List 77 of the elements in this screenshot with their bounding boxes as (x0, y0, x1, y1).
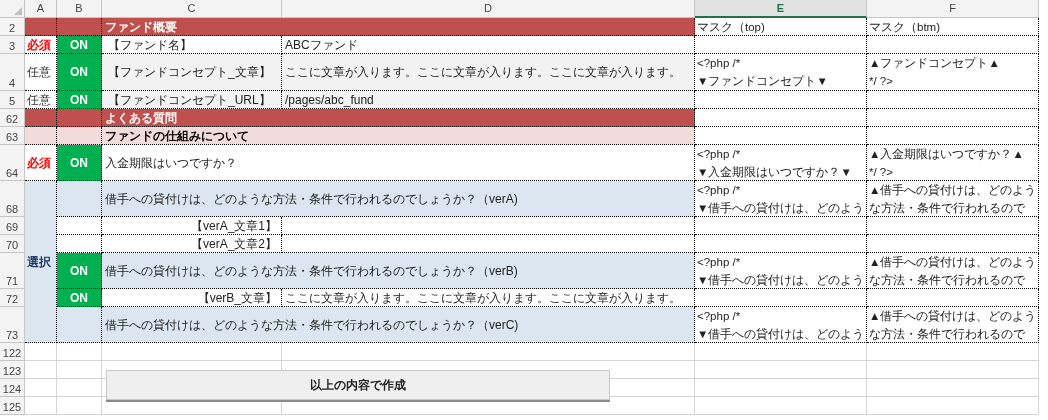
mask-cell: ▲ファンドコンセプト▲ */ ?> (867, 54, 1039, 91)
column-header[interactable]: B (57, 0, 102, 18)
column-header[interactable]: D (282, 0, 695, 18)
row-number[interactable]: 71 (0, 253, 25, 289)
label-cell: 【ファンド名】 (102, 36, 282, 54)
table-cell (57, 361, 102, 379)
requirement-label: 任意 (25, 54, 57, 91)
label-cell: 【ファンドコンセプト_URL】 (102, 91, 282, 109)
mask-cell: ▲借手への貸付けは、どのよう な方法・条件で行われるので (867, 307, 1039, 343)
table-cell (57, 127, 102, 145)
table-cell (25, 343, 57, 361)
table-cell (57, 307, 102, 343)
label-cell: 【verA_文章2】 (102, 235, 282, 253)
mask-cell: <?php /* ▼借手への貸付けは、どのよう (695, 253, 867, 289)
label-cell: 【verA_文章1】 (102, 217, 282, 235)
question-text: 借手への貸付けは、どのような方法・条件で行われるのでしょうか？（verA) (102, 181, 695, 217)
table-cell (25, 379, 57, 397)
table-cell (57, 343, 102, 361)
row-number[interactable]: 2 (0, 18, 25, 36)
row-number[interactable]: 72 (0, 289, 25, 307)
value-cell: ABCファンド (282, 36, 695, 54)
requirement-label: 任意 (25, 91, 57, 109)
table-cell (25, 361, 57, 379)
mask-cell: <?php /* ▼借手への貸付けは、どのよう (695, 181, 867, 217)
value-cell: ここに文章が入ります。ここに文章が入ります。ここに文章が入ります。 (282, 54, 695, 91)
table-cell (25, 109, 57, 127)
label-cell: 【ファンドコンセプト_文章】 (102, 54, 282, 91)
label-cell: 【verB_文章】 (102, 289, 282, 307)
question-text: 入金期限はいつですか？ (102, 145, 695, 181)
mask-cell: マスク（btm) (867, 18, 1039, 36)
row-number[interactable]: 69 (0, 217, 25, 235)
table-cell (25, 18, 57, 36)
mask-cell: <?php /* ▼ファンドコンセプト▼ (695, 54, 867, 91)
table-cell (25, 127, 57, 145)
row-number[interactable]: 125 (0, 397, 25, 415)
column-header[interactable]: A (25, 0, 57, 18)
column-header[interactable]: E (695, 0, 867, 18)
table-cell (25, 397, 57, 415)
column-header[interactable]: F (867, 0, 1039, 18)
row-number[interactable]: 4 (0, 54, 25, 91)
section-header: よくある質問 (102, 109, 695, 127)
row-number[interactable]: 62 (0, 109, 25, 127)
subsection-header: ファンドの仕組みについて (102, 127, 695, 145)
create-button[interactable]: 以上の内容で作成 (106, 370, 610, 400)
table-cell (57, 181, 102, 217)
mask-cell: <?php /* ▼入金期限はいつですか？▼ (695, 145, 867, 181)
mask-cell: ▲借手への貸付けは、どのよう な方法・条件で行われるので (867, 253, 1039, 289)
question-text: 借手への貸付けは、どのような方法・条件で行われるのでしょうか？（verB) (102, 253, 695, 289)
row-number[interactable]: 73 (0, 307, 25, 343)
row-number[interactable]: 3 (0, 36, 25, 54)
column-header[interactable]: C (102, 0, 282, 18)
mask-cell: マスク（top) (695, 18, 867, 36)
table-cell (57, 109, 102, 127)
row-number[interactable]: 63 (0, 127, 25, 145)
row-number[interactable]: 122 (0, 343, 25, 361)
row-number[interactable]: 123 (0, 361, 25, 379)
requirement-label: 必須 (25, 36, 57, 54)
section-header: ファンド概要 (102, 18, 695, 36)
value-cell: /pages/abc_fund (282, 91, 695, 109)
mask-cell: <?php /* ▼借手への貸付けは、どのよう (695, 307, 867, 343)
row-number[interactable]: 68 (0, 181, 25, 217)
select-all-icon[interactable] (14, 7, 22, 15)
row-number[interactable]: 64 (0, 145, 25, 181)
table-cell (57, 235, 102, 253)
mask-cell: ▲借手への貸付けは、どのよう な方法・条件で行われるので (867, 181, 1039, 217)
table-cell (57, 18, 102, 36)
table-cell (57, 397, 102, 415)
row-number[interactable]: 124 (0, 379, 25, 397)
value-cell: ここに文章が入ります。ここに文章が入ります。ここに文章が入ります。 (282, 289, 695, 307)
row-number[interactable]: 70 (0, 235, 25, 253)
table-cell (57, 217, 102, 235)
question-text: 借手への貸付けは、どのような方法・条件で行われるのでしょうか？（verC) (102, 307, 695, 343)
table-cell (57, 379, 102, 397)
requirement-label: 必須 (25, 145, 57, 181)
requirement-label: 選択 (25, 181, 57, 343)
mask-cell: ▲入金期限はいつですか？▲ */ ?> (867, 145, 1039, 181)
row-number[interactable]: 5 (0, 91, 25, 109)
